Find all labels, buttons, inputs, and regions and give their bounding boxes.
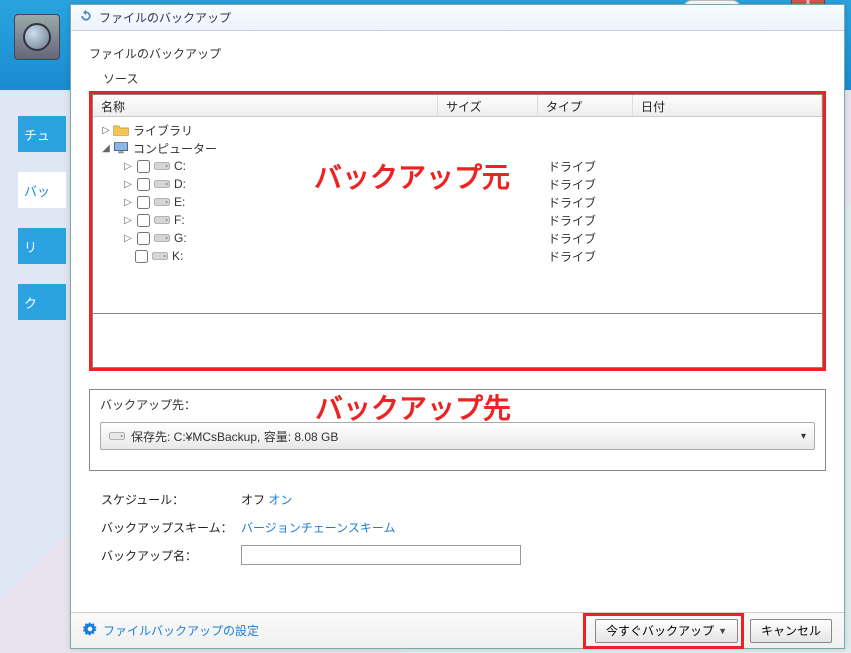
backup-dialog: ファイルのバックアップ ファイルのバックアップ ソース 名称 サイズ タイプ 日… [70, 4, 845, 649]
destination-group: バックアップ先： バックアップ先 保存先: C:¥MCsBackup, 容量: … [89, 389, 826, 471]
refresh-icon [79, 9, 93, 26]
list-header: 名称 サイズ タイプ 日付 [93, 95, 822, 117]
expand-icon[interactable]: ▷ [123, 215, 133, 226]
side-tab-2[interactable]: リ [18, 228, 66, 264]
tree-item-label: E: [174, 195, 185, 209]
tree-item-type: ドライブ [548, 158, 596, 175]
destination-dropdown[interactable]: 保存先: C:¥MCsBackup, 容量: 8.08 GB ▾ [100, 422, 815, 450]
scheme-label: バックアップスキーム： [101, 519, 241, 536]
drive-icon [154, 195, 170, 209]
tree-item-label: C: [174, 159, 186, 173]
backup-now-button[interactable]: 今すぐバックアップ ▼ [595, 619, 738, 643]
tree-item-type: ドライブ [548, 212, 596, 229]
dialog-title: ファイルのバックアップ [99, 9, 231, 26]
tree-drive[interactable]: K: ドライブ [93, 247, 822, 265]
schedule-off: オフ [241, 493, 265, 507]
tree-item-type: ドライブ [548, 194, 596, 211]
drive-icon [152, 249, 168, 263]
drive-checkbox[interactable] [137, 214, 150, 227]
expand-icon[interactable]: ▷ [123, 161, 133, 172]
expand-icon[interactable]: ▷ [101, 125, 111, 136]
drive-icon [154, 177, 170, 191]
destination-value: 保存先: C:¥MCsBackup, 容量: 8.08 GB [131, 428, 338, 445]
library-icon [113, 123, 129, 137]
side-tab-0[interactable]: チュ [18, 116, 66, 152]
backup-name-label: バックアップ名： [101, 547, 241, 564]
button-label: 今すぐバックアップ [606, 622, 714, 639]
side-tab-1[interactable]: バッ [18, 172, 66, 208]
col-type[interactable]: タイプ [538, 95, 633, 116]
annotation-dest: バックアップ先 [315, 387, 511, 427]
source-tree[interactable]: ▷ ライブラリ ◢ コンピューター ▷ [93, 117, 822, 269]
expand-icon[interactable]: ▷ [123, 179, 133, 190]
tree-drive[interactable]: ▷ F: ドライブ [93, 211, 822, 229]
side-tab-3[interactable]: ク [18, 284, 66, 320]
cancel-button[interactable]: キャンセル [750, 619, 832, 643]
drive-icon [154, 213, 170, 227]
col-date[interactable]: 日付 [633, 95, 822, 116]
tree-drive[interactable]: ▷ D: ドライブ [93, 175, 822, 193]
settings-link[interactable]: ファイルバックアップの設定 [83, 622, 259, 639]
computer-icon [113, 141, 129, 155]
tree-item-label: コンピューター [133, 140, 217, 157]
scheme-link[interactable]: バージョンチェーンスキーム [241, 521, 396, 535]
tree-drive[interactable]: ▷ C: ドライブ [93, 157, 822, 175]
gear-icon [83, 622, 97, 639]
button-label: キャンセル [761, 622, 821, 639]
drive-checkbox[interactable] [135, 250, 148, 263]
drive-icon [154, 159, 170, 173]
destination-label: バックアップ先： [100, 396, 196, 413]
tree-drive[interactable]: ▷ E: ドライブ [93, 193, 822, 211]
tree-computer[interactable]: ◢ コンピューター [93, 139, 822, 157]
vault-icon [14, 14, 60, 60]
source-label: ソース [103, 70, 826, 87]
source-panel: 名称 サイズ タイプ 日付 ▷ ライブラリ [92, 94, 823, 314]
tree-item-label: ライブラリ [133, 122, 193, 139]
drive-checkbox[interactable] [137, 232, 150, 245]
drive-checkbox[interactable] [137, 178, 150, 191]
schedule-label: スケジュール： [101, 491, 241, 508]
tree-library[interactable]: ▷ ライブラリ [93, 121, 822, 139]
tree-item-label: F: [174, 213, 185, 227]
dialog-footer: ファイルバックアップの設定 今すぐバックアップ ▼ キャンセル [71, 612, 844, 648]
backup-name-input[interactable] [241, 545, 521, 565]
tree-item-type: ドライブ [548, 230, 596, 247]
drive-icon [154, 231, 170, 245]
drive-checkbox[interactable] [137, 160, 150, 173]
tree-item-type: ドライブ [548, 248, 596, 265]
col-name[interactable]: 名称 [93, 95, 438, 116]
drive-checkbox[interactable] [137, 196, 150, 209]
drive-icon [109, 429, 125, 443]
dialog-titlebar: ファイルのバックアップ [71, 5, 844, 31]
tree-item-label: D: [174, 177, 186, 191]
chevron-down-icon: ▾ [801, 431, 806, 442]
tree-item-label: G: [174, 231, 187, 245]
collapse-icon[interactable]: ◢ [101, 143, 111, 154]
schedule-on-link[interactable]: オン [268, 493, 292, 507]
col-size[interactable]: サイズ [438, 95, 538, 116]
tree-drive[interactable]: ▷ G: ドライブ [93, 229, 822, 247]
dialog-heading: ファイルのバックアップ [89, 45, 826, 62]
expand-icon[interactable]: ▷ [123, 197, 133, 208]
tree-item-type: ドライブ [548, 176, 596, 193]
chevron-down-icon: ▼ [718, 626, 727, 636]
settings-link-label: ファイルバックアップの設定 [103, 622, 259, 639]
expand-icon[interactable]: ▷ [123, 233, 133, 244]
tree-item-label: K: [172, 249, 183, 263]
